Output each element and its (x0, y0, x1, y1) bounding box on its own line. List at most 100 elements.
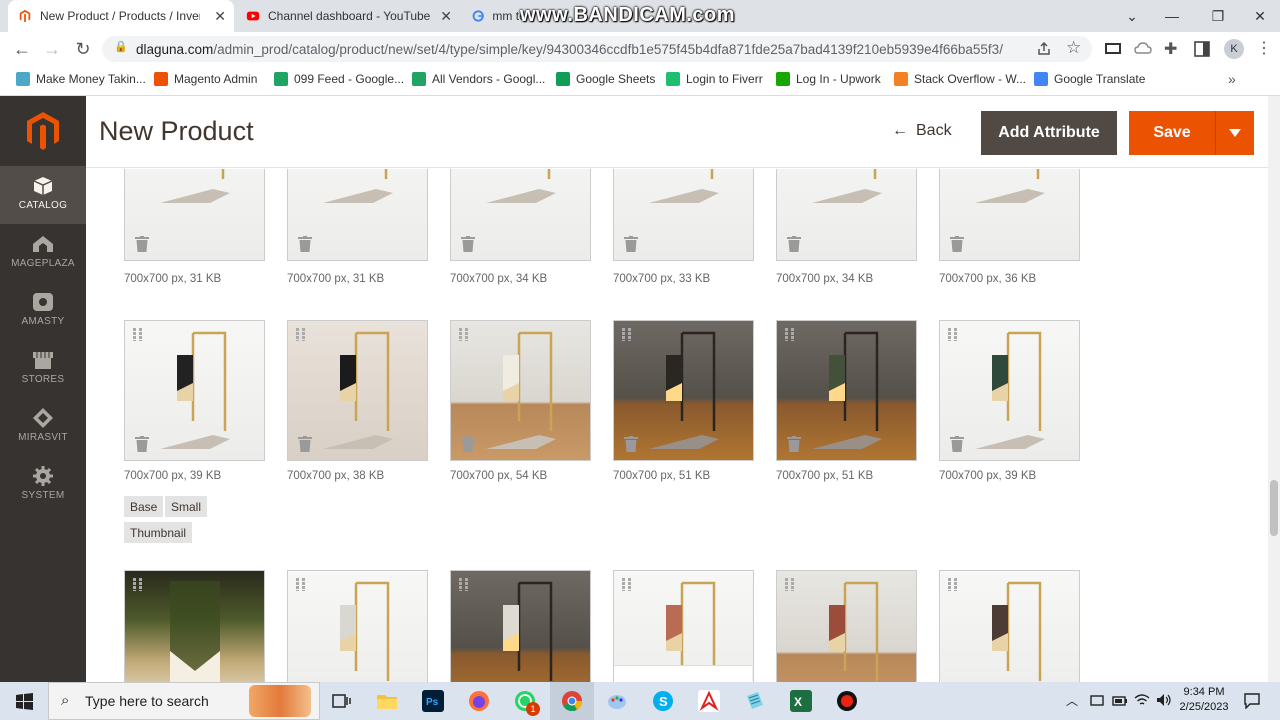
more-bookmarks-icon[interactable]: » (1228, 71, 1236, 87)
taskbar-search-input[interactable]: ⌕ Type here to search (48, 682, 320, 720)
product-image-card[interactable] (776, 570, 917, 682)
notification-icon[interactable] (1244, 693, 1260, 709)
tab-search-icon[interactable]: ⌄ (1112, 0, 1152, 32)
bookmark-item[interactable]: Login to Fiverr (666, 72, 763, 86)
page-scrollbar-track[interactable] (1268, 96, 1280, 682)
drag-handle-icon[interactable] (622, 577, 632, 591)
product-image-card[interactable] (450, 570, 591, 682)
notepad-icon[interactable] (744, 690, 766, 712)
product-image-card[interactable] (124, 169, 265, 261)
drag-handle-icon[interactable] (785, 577, 795, 591)
bookmark-item[interactable]: All Vendors - Googl... (412, 72, 545, 86)
drag-handle-icon[interactable] (948, 327, 958, 341)
drag-handle-icon[interactable] (785, 327, 795, 341)
drag-handle-icon[interactable] (459, 577, 469, 591)
task-view-icon[interactable] (330, 690, 352, 712)
trash-icon[interactable] (950, 436, 964, 452)
taskbar-clock[interactable]: 9:34 PM 2/25/2023 (1176, 685, 1232, 715)
close-tab-icon[interactable]: ✕ (214, 8, 226, 25)
back-arrow-icon[interactable]: ← (10, 37, 34, 61)
bookmark-item[interactable]: 099 Feed - Google... (274, 72, 404, 86)
forward-arrow-icon[interactable]: → (40, 37, 64, 61)
product-image-card[interactable] (124, 320, 265, 461)
share-icon[interactable] (1036, 42, 1052, 56)
product-image-card[interactable] (776, 169, 917, 261)
drag-handle-icon[interactable] (133, 327, 143, 341)
bandicam-record-icon[interactable] (836, 690, 858, 712)
trash-icon[interactable] (298, 236, 312, 252)
restore-icon[interactable]: ❐ (1198, 0, 1238, 32)
extensions-puzzle-icon[interactable]: ✚ (1164, 39, 1177, 59)
chrome-icon[interactable] (561, 690, 583, 712)
product-image-card[interactable] (450, 320, 591, 461)
profile-avatar[interactable]: K (1224, 39, 1244, 59)
close-tab-icon[interactable]: ✕ (440, 8, 452, 25)
bookmark-item[interactable]: Google Translate (1034, 72, 1145, 86)
tray-chevron-icon[interactable]: ︿ (1066, 692, 1078, 709)
reload-icon[interactable]: ↻ (71, 37, 95, 61)
side-panel-icon[interactable] (1194, 41, 1210, 57)
product-image-card[interactable] (613, 320, 754, 461)
bookmark-item[interactable]: Make Money Takin... (16, 72, 146, 86)
bookmark-item[interactable]: Google Sheets (556, 72, 655, 86)
magento-logo[interactable] (0, 96, 86, 166)
photoshop-icon[interactable]: Ps (422, 690, 444, 712)
trash-icon[interactable] (624, 436, 638, 452)
back-button[interactable]: ← Back (892, 122, 952, 140)
drag-handle-icon[interactable] (133, 577, 143, 591)
product-image-card[interactable] (939, 169, 1080, 261)
product-image-card[interactable] (939, 320, 1080, 461)
paint-icon[interactable] (606, 690, 628, 712)
product-image-card[interactable] (776, 320, 917, 461)
windows-start-icon[interactable] (16, 693, 33, 710)
product-image-card[interactable] (287, 169, 428, 261)
role-badge-base[interactable]: Base (124, 496, 164, 517)
product-image-card[interactable] (450, 169, 591, 261)
nav-stores[interactable]: STORES (0, 340, 86, 398)
trash-icon[interactable] (787, 436, 801, 452)
role-badge-thumbnail[interactable]: Thumbnail (124, 522, 193, 543)
tray-device-icon[interactable] (1090, 694, 1104, 708)
bookmark-item[interactable]: Stack Overflow - W... (894, 72, 1026, 86)
product-image-card[interactable] (287, 570, 428, 682)
nav-catalog[interactable]: CATALOG (0, 166, 86, 224)
drag-handle-icon[interactable] (622, 327, 632, 341)
trash-icon[interactable] (950, 236, 964, 252)
acrobat-icon[interactable] (698, 690, 720, 712)
excel-icon[interactable]: X (790, 690, 812, 712)
tab-new-product[interactable]: New Product / Products / Inventory ✕ (8, 0, 234, 32)
drag-handle-icon[interactable] (459, 327, 469, 341)
battery-icon[interactable] (1112, 695, 1128, 707)
wifi-icon[interactable] (1134, 693, 1150, 707)
url-input[interactable]: dlaguna.com/admin_prod/catalog/product/n… (102, 36, 1092, 62)
trash-icon[interactable] (298, 436, 312, 452)
bookmark-item[interactable]: Magento Admin (154, 72, 257, 86)
minimize-icon[interactable]: — (1152, 0, 1192, 32)
nav-mirasvit[interactable]: MIRASVIT (0, 398, 86, 456)
drag-handle-icon[interactable] (948, 577, 958, 591)
volume-icon[interactable] (1156, 693, 1172, 707)
trash-icon[interactable] (135, 436, 149, 452)
page-scrollbar-thumb[interactable] (1270, 480, 1278, 536)
menu-kebab-icon[interactable]: ⋮ (1256, 38, 1272, 58)
drag-handle-icon[interactable] (296, 327, 306, 341)
skype-icon[interactable]: S (652, 690, 674, 712)
product-image-card[interactable] (124, 570, 265, 682)
trash-icon[interactable] (461, 236, 475, 252)
add-attribute-button[interactable]: Add Attribute (981, 111, 1117, 155)
tab-youtube-studio[interactable]: Channel dashboard - YouTube Studio ✕ (236, 0, 460, 32)
nav-system[interactable]: SYSTEM (0, 456, 86, 514)
drag-handle-icon[interactable] (296, 577, 306, 591)
trash-icon[interactable] (135, 236, 149, 252)
save-options-button[interactable] (1215, 111, 1254, 155)
product-image-card[interactable] (613, 169, 754, 261)
nav-mageplaza[interactable]: MAGEPLAZA (0, 224, 86, 282)
file-explorer-icon[interactable] (376, 690, 398, 712)
save-button[interactable]: Save (1129, 111, 1215, 155)
bookmark-star-icon[interactable]: ☆ (1066, 38, 1081, 58)
nav-amasty[interactable]: AMASTY (0, 282, 86, 340)
trash-icon[interactable] (624, 236, 638, 252)
bookmark-item[interactable]: Log In - Upwork (776, 72, 881, 86)
close-window-icon[interactable]: ✕ (1240, 0, 1280, 32)
product-image-card[interactable] (287, 320, 428, 461)
